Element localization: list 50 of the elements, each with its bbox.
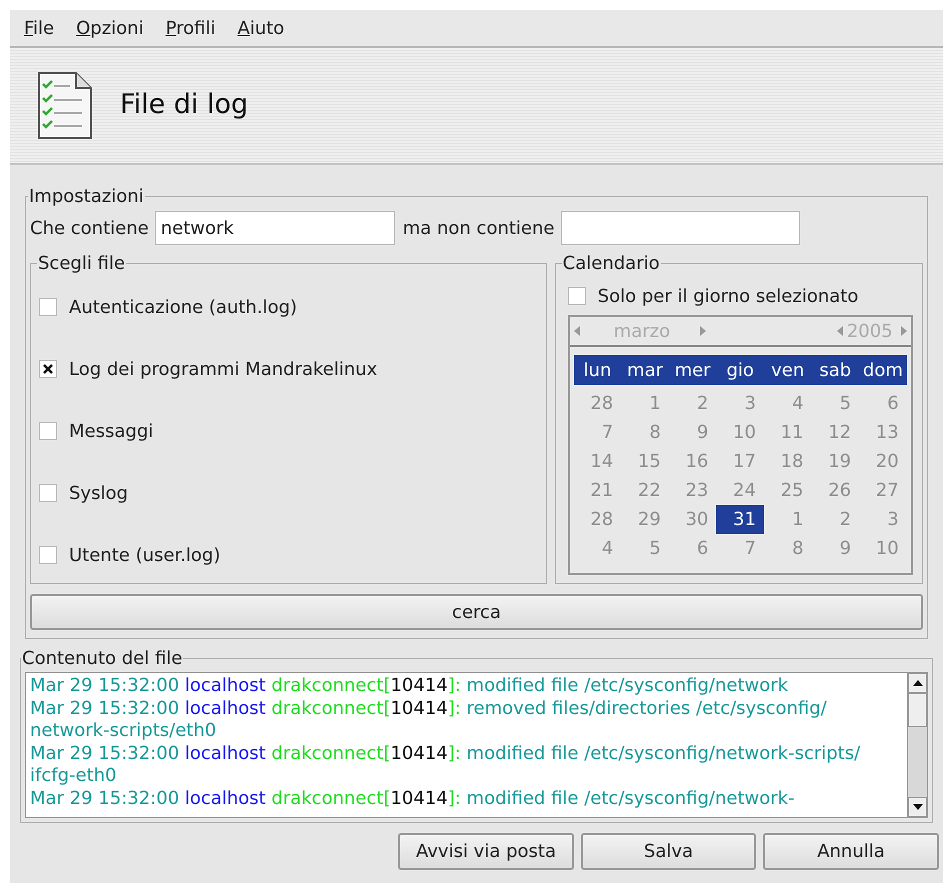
checkbox[interactable] xyxy=(39,360,57,378)
scroll-up-button[interactable] xyxy=(908,673,927,693)
checkbox-label[interactable]: Messaggi xyxy=(69,418,154,444)
log-entry: Mar 29 15:32:00 localhost drakconnect[10414]: modified file /etc/sysconfig/network xyxy=(30,675,790,698)
dialog-button[interactable]: Salva xyxy=(581,833,756,870)
weekday-label: dom xyxy=(862,358,904,382)
weekday-label: mer xyxy=(674,358,712,382)
scroll-thumb[interactable] xyxy=(908,693,927,727)
log-entry: Mar 29 15:32:00 localhost drakconnect[10414]: modified file /etc/sysconfig/network- xyxy=(30,788,796,810)
x-mark-icon xyxy=(42,363,54,375)
checkbox-label[interactable]: Syslog xyxy=(69,480,128,506)
checkbox-label[interactable]: Utente (user.log) xyxy=(69,542,220,568)
field-label: ma non contiene xyxy=(402,216,554,240)
menu-item[interactable]: File xyxy=(24,14,54,42)
search-button[interactable]: cerca xyxy=(30,594,923,630)
group-title: Scegli file xyxy=(37,252,126,276)
checkbox[interactable] xyxy=(39,546,57,564)
weekday-label: lun xyxy=(582,358,612,382)
checklist-document-icon xyxy=(36,70,94,140)
scrollbar[interactable] xyxy=(907,673,927,817)
header-title: File di log xyxy=(120,88,248,122)
previous-month-icon[interactable] xyxy=(574,326,580,336)
weekday-label: mar xyxy=(626,358,664,382)
next-year-icon[interactable] xyxy=(900,326,907,336)
weekday-label: ven xyxy=(770,358,806,382)
previous-year-icon[interactable] xyxy=(836,326,843,336)
menu-item[interactable]: Opzioni xyxy=(76,14,144,42)
group-title: Calendario xyxy=(562,252,661,276)
checkbox[interactable] xyxy=(39,484,57,502)
group-title: Impostazioni xyxy=(28,185,145,209)
dialog-button[interactable]: Annulla xyxy=(763,833,939,870)
up-arrow-icon xyxy=(912,680,922,686)
weekday-label: sab xyxy=(818,358,852,382)
excludes-input[interactable] xyxy=(560,211,800,245)
next-month-icon[interactable] xyxy=(700,326,706,336)
dialog-button[interactable]: Avvisi via posta xyxy=(398,833,574,870)
scroll-down-button[interactable] xyxy=(908,797,927,817)
field-label: Che contiene xyxy=(30,216,149,240)
checkbox-label[interactable]: Autenticazione (auth.log) xyxy=(69,294,298,320)
weekday-label: gio xyxy=(725,358,755,382)
menu-item[interactable]: Aiuto xyxy=(238,14,284,42)
menu-item[interactable]: Profili xyxy=(166,14,216,42)
contains-input[interactable]: network xyxy=(154,211,395,245)
checkbox[interactable] xyxy=(39,422,57,440)
checkbox[interactable] xyxy=(39,298,57,316)
month-label: marzo xyxy=(614,320,672,344)
down-arrow-icon xyxy=(912,804,922,810)
group-title: Contenuto del file xyxy=(21,647,184,671)
checkbox-label[interactable]: Log dei programmi Mandrakelinux xyxy=(69,356,378,382)
year-label: 2005 xyxy=(846,320,893,344)
